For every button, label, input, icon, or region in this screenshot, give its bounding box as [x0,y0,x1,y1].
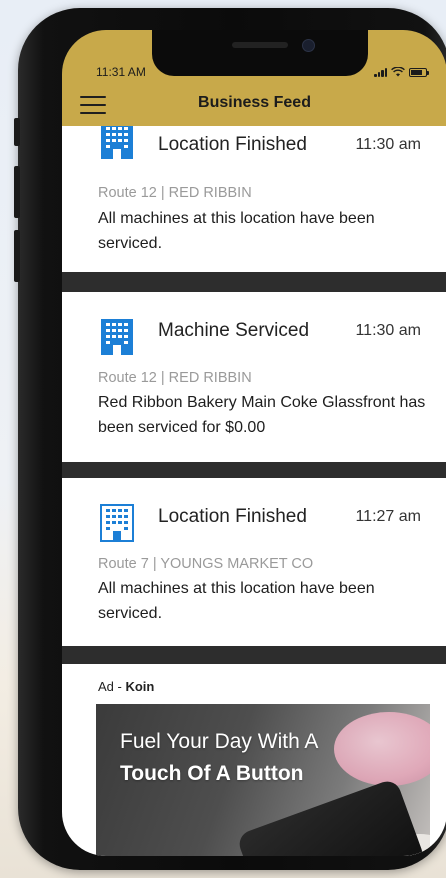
smartphone-image [235,777,427,856]
feed-item-description: Red Ribbon Bakery Main Coke Glassfront h… [98,394,426,436]
feed-item-route: Route 12 | RED RIBBIN [98,185,252,201]
feed-item-time: 11:27 am [355,508,421,525]
building-icon [100,504,134,542]
battery-icon [409,67,429,77]
ad-headline-line1: Fuel Your Day With A [120,730,319,753]
macaron-image [334,712,430,786]
volume-up-button [14,166,20,218]
phone-frame: 11:31 AM Business Feed Location Finished… [14,8,446,870]
device-notch [152,30,368,76]
ad-prefix: Ad - [98,679,126,694]
ad-image[interactable]: Fuel Your Day With A Touch Of A Button [96,704,430,856]
feed-item-title: Machine Serviced [158,320,310,341]
business-feed[interactable]: Location Finished 11:30 am Route 12 | RE… [62,126,446,856]
ad-headline-line2: Touch Of A Button [120,762,304,785]
feed-item-description: All machines at this location have been … [98,210,375,252]
feed-item-time: 11:30 am [355,322,421,339]
app-screen: 11:31 AM Business Feed Location Finished… [62,30,446,856]
silent-switch [14,118,20,146]
feed-item-title: Location Finished [158,134,307,155]
feed-item-description: All machines at this location have been … [98,580,375,622]
building-icon [101,319,133,355]
status-icons [374,67,429,77]
cellular-signal-icon [374,67,387,77]
ad-sponsor: Koin [125,679,155,694]
feed-item[interactable]: Location Finished 11:27 am Route 7 | YOU… [62,478,446,646]
status-time: 11:31 AM [96,65,146,79]
feed-item-route: Route 12 | RED RIBBIN [98,370,252,386]
feed-item-title: Location Finished [158,506,307,527]
ad-card[interactable]: Ad - Koin Fuel Your Day With A Touch Of … [62,664,446,856]
building-icon [101,126,133,159]
feed-item[interactable]: Location Finished 11:30 am Route 12 | RE… [62,126,446,272]
feed-item-route: Route 7 | YOUNGS MARKET CO [98,556,314,572]
ad-label: Ad - Koin [98,679,154,694]
page-title: Business Feed [198,94,311,111]
wifi-icon [391,67,405,77]
feed-item-time: 11:30 am [355,136,421,153]
feed-item[interactable]: Machine Serviced 11:30 am Route 12 | RED… [62,292,446,462]
volume-down-button [14,230,20,282]
